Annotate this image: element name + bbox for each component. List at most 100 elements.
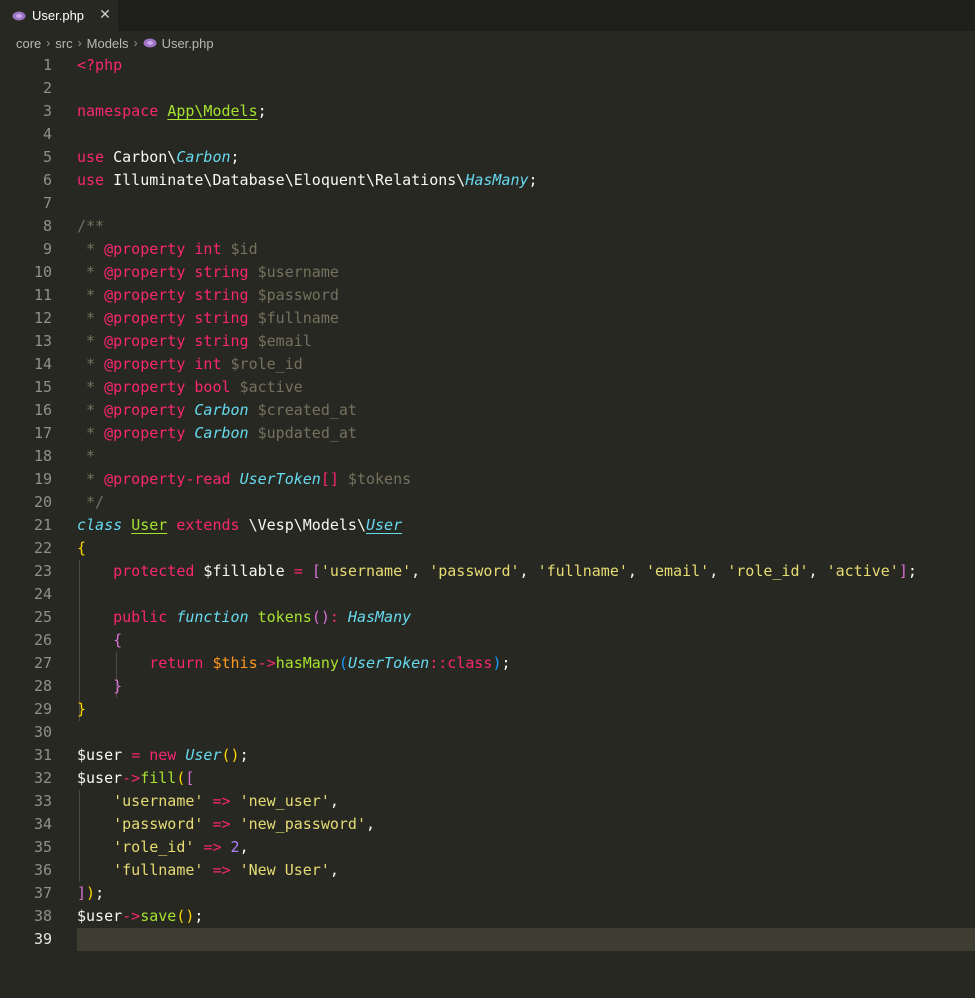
code-token: }: [113, 677, 123, 695]
code-line[interactable]: 32 $user->fill([: [0, 767, 975, 790]
code-token: ;: [194, 907, 204, 925]
code-line[interactable]: 2: [0, 77, 975, 100]
code-line[interactable]: 22 {: [0, 537, 975, 560]
code-line[interactable]: 39: [0, 928, 975, 951]
code-token: ,: [329, 861, 339, 879]
close-icon[interactable]: ✕: [98, 7, 112, 23]
tab-label: User.php: [32, 8, 85, 23]
code-line[interactable]: 4: [0, 123, 975, 146]
code-line[interactable]: 11 * @property string $password: [0, 284, 975, 307]
code-line[interactable]: 27 return $this->hasMany(UserToken::clas…: [0, 652, 975, 675]
code-line[interactable]: 37]);: [0, 882, 975, 905]
line-number: 4: [42, 125, 52, 143]
code-line[interactable]: 12 * @property string $fullname: [0, 307, 975, 330]
code-token: extends: [176, 516, 240, 534]
line-number: 10: [33, 263, 52, 281]
code-token: =>: [212, 861, 231, 879]
code-token: @property: [104, 263, 186, 281]
code-line[interactable]: 25 public function tokens(): HasMany: [0, 606, 975, 629]
line-number: 3: [42, 102, 52, 120]
code-token: =: [131, 746, 141, 764]
code-token: @property-read: [104, 470, 231, 488]
breadcrumb-item-core[interactable]: core: [16, 36, 41, 51]
code-token: *: [77, 263, 105, 281]
code-token: $fullname: [248, 309, 339, 327]
breadcrumb-item-file[interactable]: User.php: [162, 36, 214, 51]
code-line[interactable]: 28 }: [0, 675, 975, 698]
code-line[interactable]: 35 'role_id' => 2,: [0, 836, 975, 859]
php-file-icon: [143, 38, 157, 48]
code-line[interactable]: 15 * @property bool $active: [0, 376, 975, 399]
code-token: ,: [808, 562, 827, 580]
code-token: use: [77, 148, 105, 166]
code-line[interactable]: 20 */: [0, 491, 975, 514]
code-line[interactable]: 19 * @property-read UserToken[] $tokens: [0, 468, 975, 491]
code-line[interactable]: 24: [0, 583, 975, 606]
code-token: ;: [528, 171, 538, 189]
code-token: 'role_id': [727, 562, 809, 580]
code-line[interactable]: 33 'username' => 'new_user',: [0, 790, 975, 813]
code-line[interactable]: 1 <?php: [0, 54, 975, 77]
code-line[interactable]: 14 * @property int $role_id: [0, 353, 975, 376]
code-line[interactable]: 31 $user = new User();: [0, 744, 975, 767]
line-number: 13: [33, 332, 52, 350]
code-text: 'fullname' => 'New User',: [77, 859, 339, 882]
code-token: HasMany: [465, 171, 529, 189]
code-token: =>: [212, 815, 231, 833]
line-number: 16: [33, 401, 52, 419]
line-number: 15: [33, 378, 52, 396]
code-line[interactable]: 7: [0, 192, 975, 215]
code-line[interactable]: 38 $user->save();: [0, 905, 975, 928]
code-text: 'role_id' => 2,: [77, 836, 248, 859]
code-line[interactable]: 17 * @property Carbon $updated_at: [0, 422, 975, 445]
breadcrumb-separator: ›: [46, 36, 51, 50]
breadcrumb-separator: ›: [77, 36, 82, 50]
code-text: $user = new User();: [77, 744, 249, 767]
code-line[interactable]: 5 use Carbon\Carbon;: [0, 146, 975, 169]
code-line[interactable]: 9 * @property int $id: [0, 238, 975, 261]
code-line[interactable]: 3 namespace App\Models;: [0, 100, 975, 123]
code-token: =>: [203, 838, 222, 856]
code-token: (: [338, 654, 348, 672]
code-line[interactable]: 6 use Illuminate\Database\Eloquent\Relati…: [0, 169, 975, 192]
code-line[interactable]: 34 'password' => 'new_password',: [0, 813, 975, 836]
code-token: $created_at: [248, 401, 357, 419]
code-line[interactable]: 36 'fullname' => 'New User',: [0, 859, 975, 882]
code-line[interactable]: 29}: [0, 698, 975, 721]
code-text: * @property string $fullname: [77, 307, 339, 330]
code-token: $id: [221, 240, 258, 258]
code-editor[interactable]: 1 <?php 2 3 namespace App\Models; 4 5 use Carbo…: [0, 54, 975, 998]
breadcrumb-item-src[interactable]: src: [55, 36, 72, 51]
code-token: HasMany: [347, 608, 412, 626]
breadcrumb-item-models[interactable]: Models: [87, 36, 129, 51]
line-number: 28: [33, 677, 52, 695]
code-token: (): [176, 907, 195, 925]
code-token: $user: [77, 769, 123, 787]
code-line[interactable]: 18 *: [0, 445, 975, 468]
code-token: $fillable: [194, 562, 294, 580]
tab-user-php[interactable]: User.php ✕: [0, 0, 118, 31]
code-token: int: [194, 355, 222, 373]
code-line[interactable]: 26 {: [0, 629, 975, 652]
code-line[interactable]: 30: [0, 721, 975, 744]
code-token: ::: [429, 654, 448, 672]
code-text: $user->save();: [77, 905, 203, 928]
code-token: ,: [519, 562, 538, 580]
code-text: }: [77, 698, 86, 721]
code-line[interactable]: 16 * @property Carbon $created_at: [0, 399, 975, 422]
code-line[interactable]: 23 protected $fillable = ['username', 'p…: [0, 560, 975, 583]
code-line[interactable]: 21 class User extends \Vesp\Models\User: [0, 514, 975, 537]
code-token: $updated_at: [248, 424, 357, 442]
code-line[interactable]: 13 * @property string $email: [0, 330, 975, 353]
php-file-icon: [12, 11, 26, 20]
code-line[interactable]: 8 /**: [0, 215, 975, 238]
code-token: int: [194, 240, 222, 258]
code-line[interactable]: 10 * @property string $username: [0, 261, 975, 284]
